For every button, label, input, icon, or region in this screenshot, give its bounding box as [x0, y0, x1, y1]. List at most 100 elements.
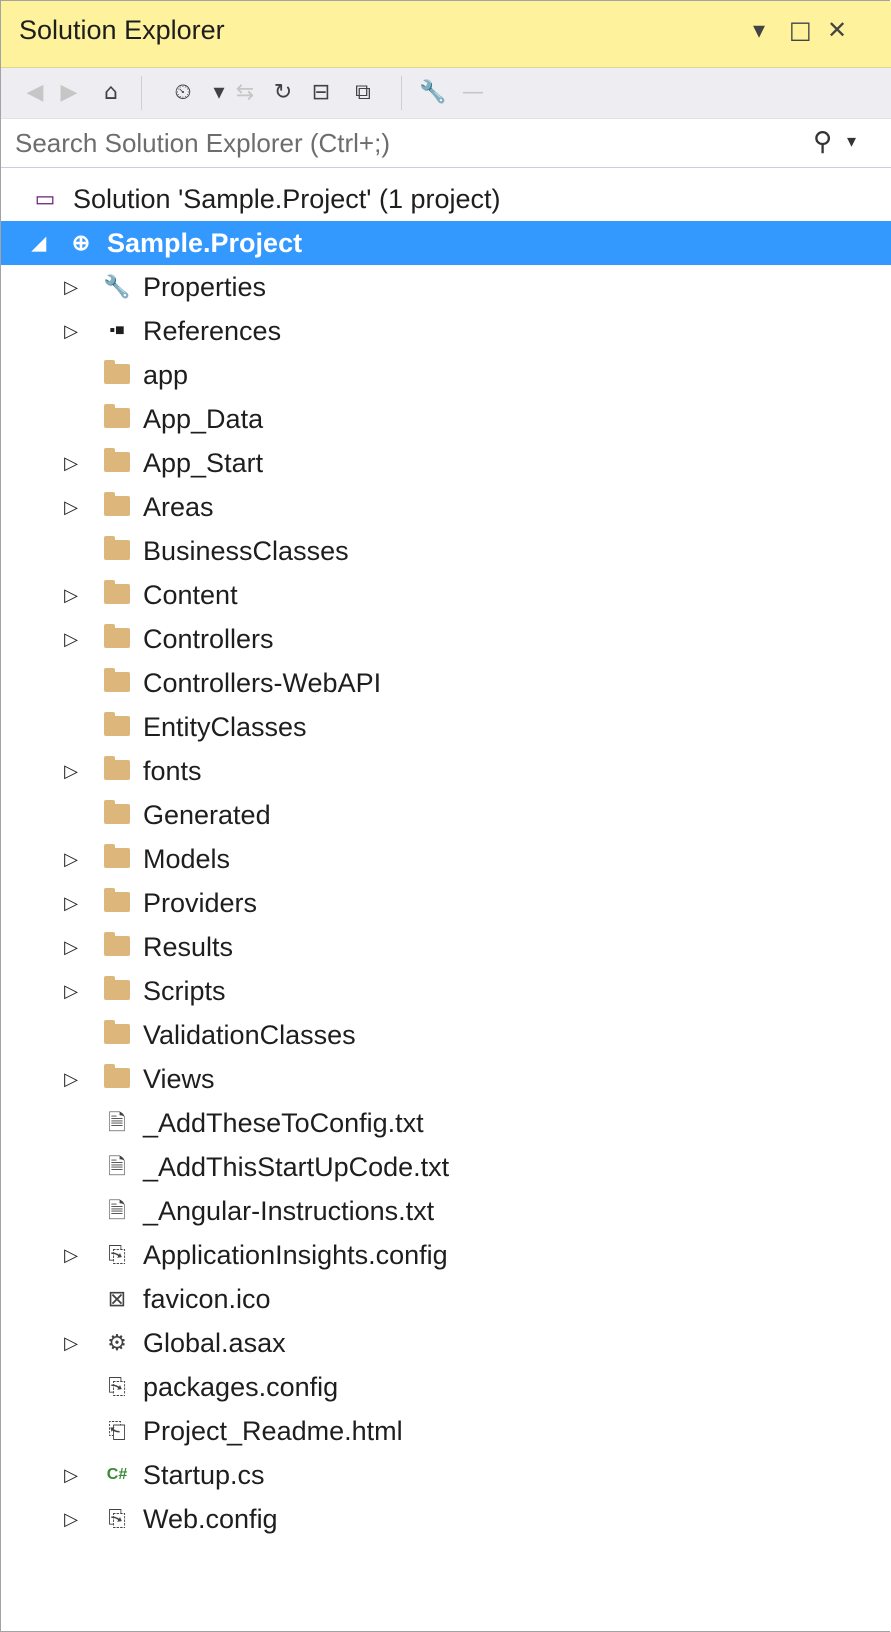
folder-icon	[103, 749, 131, 795]
tree-item[interactable]: ⎗ Project_Readme.html	[1, 1409, 891, 1453]
tree-item[interactable]: ◢ ⊕ Sample.Project	[1, 221, 891, 265]
tree-item[interactable]: ▷ ⎘ Web.config	[1, 1497, 891, 1541]
tree-item[interactable]: ▷ Controllers	[1, 617, 891, 661]
refresh-icon[interactable]: ↻	[267, 77, 299, 109]
close-icon[interactable]: ✕	[827, 15, 847, 45]
expand-arrow-icon[interactable]: ▷	[59, 1453, 83, 1497]
tree-item[interactable]: ▷ ⚙ Global.asax	[1, 1321, 891, 1365]
tree-item-label: Content	[143, 580, 238, 610]
tree-item[interactable]: ▭ Solution 'Sample.Project' (1 project)	[1, 177, 891, 221]
tree-item-label: ApplicationInsights.config	[143, 1240, 448, 1270]
preview-icon[interactable]: —	[457, 77, 489, 109]
tree-item-label: packages.config	[143, 1372, 339, 1402]
tree-item-label: EntityClasses	[143, 712, 307, 742]
collapse-arrow-icon[interactable]: ◢	[27, 221, 51, 265]
toolbar-separator	[141, 76, 142, 110]
folder-icon	[103, 881, 131, 927]
folder-icon	[103, 925, 131, 971]
tree-item[interactable]: App_Data	[1, 397, 891, 441]
search-input[interactable]	[15, 125, 795, 161]
expand-arrow-icon[interactable]: ▷	[59, 969, 83, 1013]
expand-arrow-icon[interactable]: ▷	[59, 265, 83, 309]
tree-item[interactable]: BusinessClasses	[1, 529, 891, 573]
toolbar: ◀ ▶ ⌂ ⏲ ▾ ⇆ ↻ ⊟ ⧉ 🔧 —	[1, 68, 891, 119]
expand-arrow-icon[interactable]: ▷	[59, 441, 83, 485]
tree-item[interactable]: Generated	[1, 793, 891, 837]
expand-arrow-icon[interactable]: ▷	[59, 309, 83, 353]
expand-arrow-icon[interactable]: ▷	[59, 1057, 83, 1101]
tree-item-label: Solution 'Sample.Project' (1 project)	[73, 184, 501, 214]
tree-item-label: App_Start	[143, 448, 264, 478]
folder-icon	[103, 661, 131, 707]
tree-item-label: _Angular-Instructions.txt	[143, 1196, 435, 1226]
expand-arrow-icon[interactable]: ▷	[59, 485, 83, 529]
maximize-icon[interactable]: □	[789, 15, 812, 45]
tree-item[interactable]: ▷ Models	[1, 837, 891, 881]
expand-arrow-icon[interactable]: ▷	[59, 573, 83, 617]
search-options-dropdown-icon[interactable]: ▾	[847, 127, 856, 157]
folder-icon	[103, 969, 131, 1015]
search-icon[interactable]: ⚲	[813, 127, 832, 157]
properties-wrench-icon[interactable]: 🔧	[417, 77, 449, 109]
sync-icon[interactable]: ⇆	[229, 77, 261, 109]
csharp-file-icon: C#	[106, 1466, 128, 1483]
toolbar-separator	[401, 76, 402, 110]
tree-item-label: BusinessClasses	[143, 536, 349, 566]
tree-item-label: Scripts	[143, 976, 226, 1006]
tree-item[interactable]: 🗎 _AddTheseToConfig.txt	[1, 1101, 891, 1145]
expand-arrow-icon[interactable]: ▷	[59, 617, 83, 661]
tree-item[interactable]: ▷ Results	[1, 925, 891, 969]
tree-item[interactable]: ValidationClasses	[1, 1013, 891, 1057]
collapse-all-icon[interactable]: ⊟	[305, 77, 337, 109]
tree-item[interactable]: ▷ Content	[1, 573, 891, 617]
config-file-icon: ⎘	[108, 1506, 126, 1531]
tree-item[interactable]: ▷ 🔧 Properties	[1, 265, 891, 309]
tree-item[interactable]: Controllers-WebAPI	[1, 661, 891, 705]
tree-item[interactable]: ▷ C# Startup.cs	[1, 1453, 891, 1497]
expand-arrow-icon[interactable]: ▷	[59, 1233, 83, 1277]
tree-item[interactable]: ▷ fonts	[1, 749, 891, 793]
tree-item-label: Areas	[143, 492, 214, 522]
expand-arrow-icon[interactable]: ▷	[59, 1497, 83, 1541]
tree-item[interactable]: ▷ App_Start	[1, 441, 891, 485]
solution-tree: ▭ Solution 'Sample.Project' (1 project) ◢ ⊕…	[1, 177, 891, 1541]
tree-item[interactable]: ▷ Areas	[1, 485, 891, 529]
tree-item[interactable]: ⊠ favicon.ico	[1, 1277, 891, 1321]
folder-icon	[103, 485, 131, 531]
expand-arrow-icon[interactable]: ▷	[59, 749, 83, 793]
expand-arrow-icon[interactable]: ▷	[59, 837, 83, 881]
web-project-icon: ⊕	[71, 230, 91, 255]
tree-item[interactable]: 🗎 _Angular-Instructions.txt	[1, 1189, 891, 1233]
tree-item-label: _AddThisStartUpCode.txt	[143, 1152, 450, 1182]
tree-item[interactable]: EntityClasses	[1, 705, 891, 749]
tree-item[interactable]: app	[1, 353, 891, 397]
tree-item[interactable]: 🗎 _AddThisStartUpCode.txt	[1, 1145, 891, 1189]
tree-item[interactable]: ▷ Views	[1, 1057, 891, 1101]
tree-item-label: Views	[143, 1064, 215, 1094]
tree-item[interactable]: ▷ ⎘ ApplicationInsights.config	[1, 1233, 891, 1277]
tree-item-label: _AddTheseToConfig.txt	[143, 1108, 424, 1138]
window-dropdown-icon[interactable]: ▾	[753, 15, 765, 45]
folder-icon	[103, 573, 131, 619]
solution-explorer-window: Solution Explorer ▾ □ ✕ ◀▶⌂⏲▾⇆↻⊟⧉🔧— ⚲ ▾ …	[0, 0, 891, 1632]
pending-changes-filter-icon[interactable]: ⏲	[167, 77, 199, 109]
config-file-icon: ⎘	[108, 1242, 126, 1267]
tree-item-label: Project_Readme.html	[143, 1416, 403, 1446]
folder-icon	[103, 617, 131, 663]
tree-item[interactable]: ▷ ▪■ References	[1, 309, 891, 353]
folder-icon	[103, 353, 131, 399]
tree-item[interactable]: ▷ Scripts	[1, 969, 891, 1013]
folder-icon	[103, 529, 131, 575]
text-file-icon: 🗎	[108, 1198, 126, 1223]
expand-arrow-icon[interactable]: ▷	[59, 1321, 83, 1365]
home-icon[interactable]: ⌂	[95, 77, 127, 109]
expand-arrow-icon[interactable]: ▷	[59, 925, 83, 969]
tree-item[interactable]: ▷ Providers	[1, 881, 891, 925]
tree-item-label: app	[143, 360, 189, 390]
tree-item-label: Global.asax	[143, 1328, 286, 1358]
forward-icon[interactable]: ▶	[53, 77, 85, 109]
show-all-files-icon[interactable]: ⧉	[347, 77, 379, 109]
back-icon[interactable]: ◀	[19, 77, 51, 109]
expand-arrow-icon[interactable]: ▷	[59, 881, 83, 925]
tree-item[interactable]: ⎘ packages.config	[1, 1365, 891, 1409]
